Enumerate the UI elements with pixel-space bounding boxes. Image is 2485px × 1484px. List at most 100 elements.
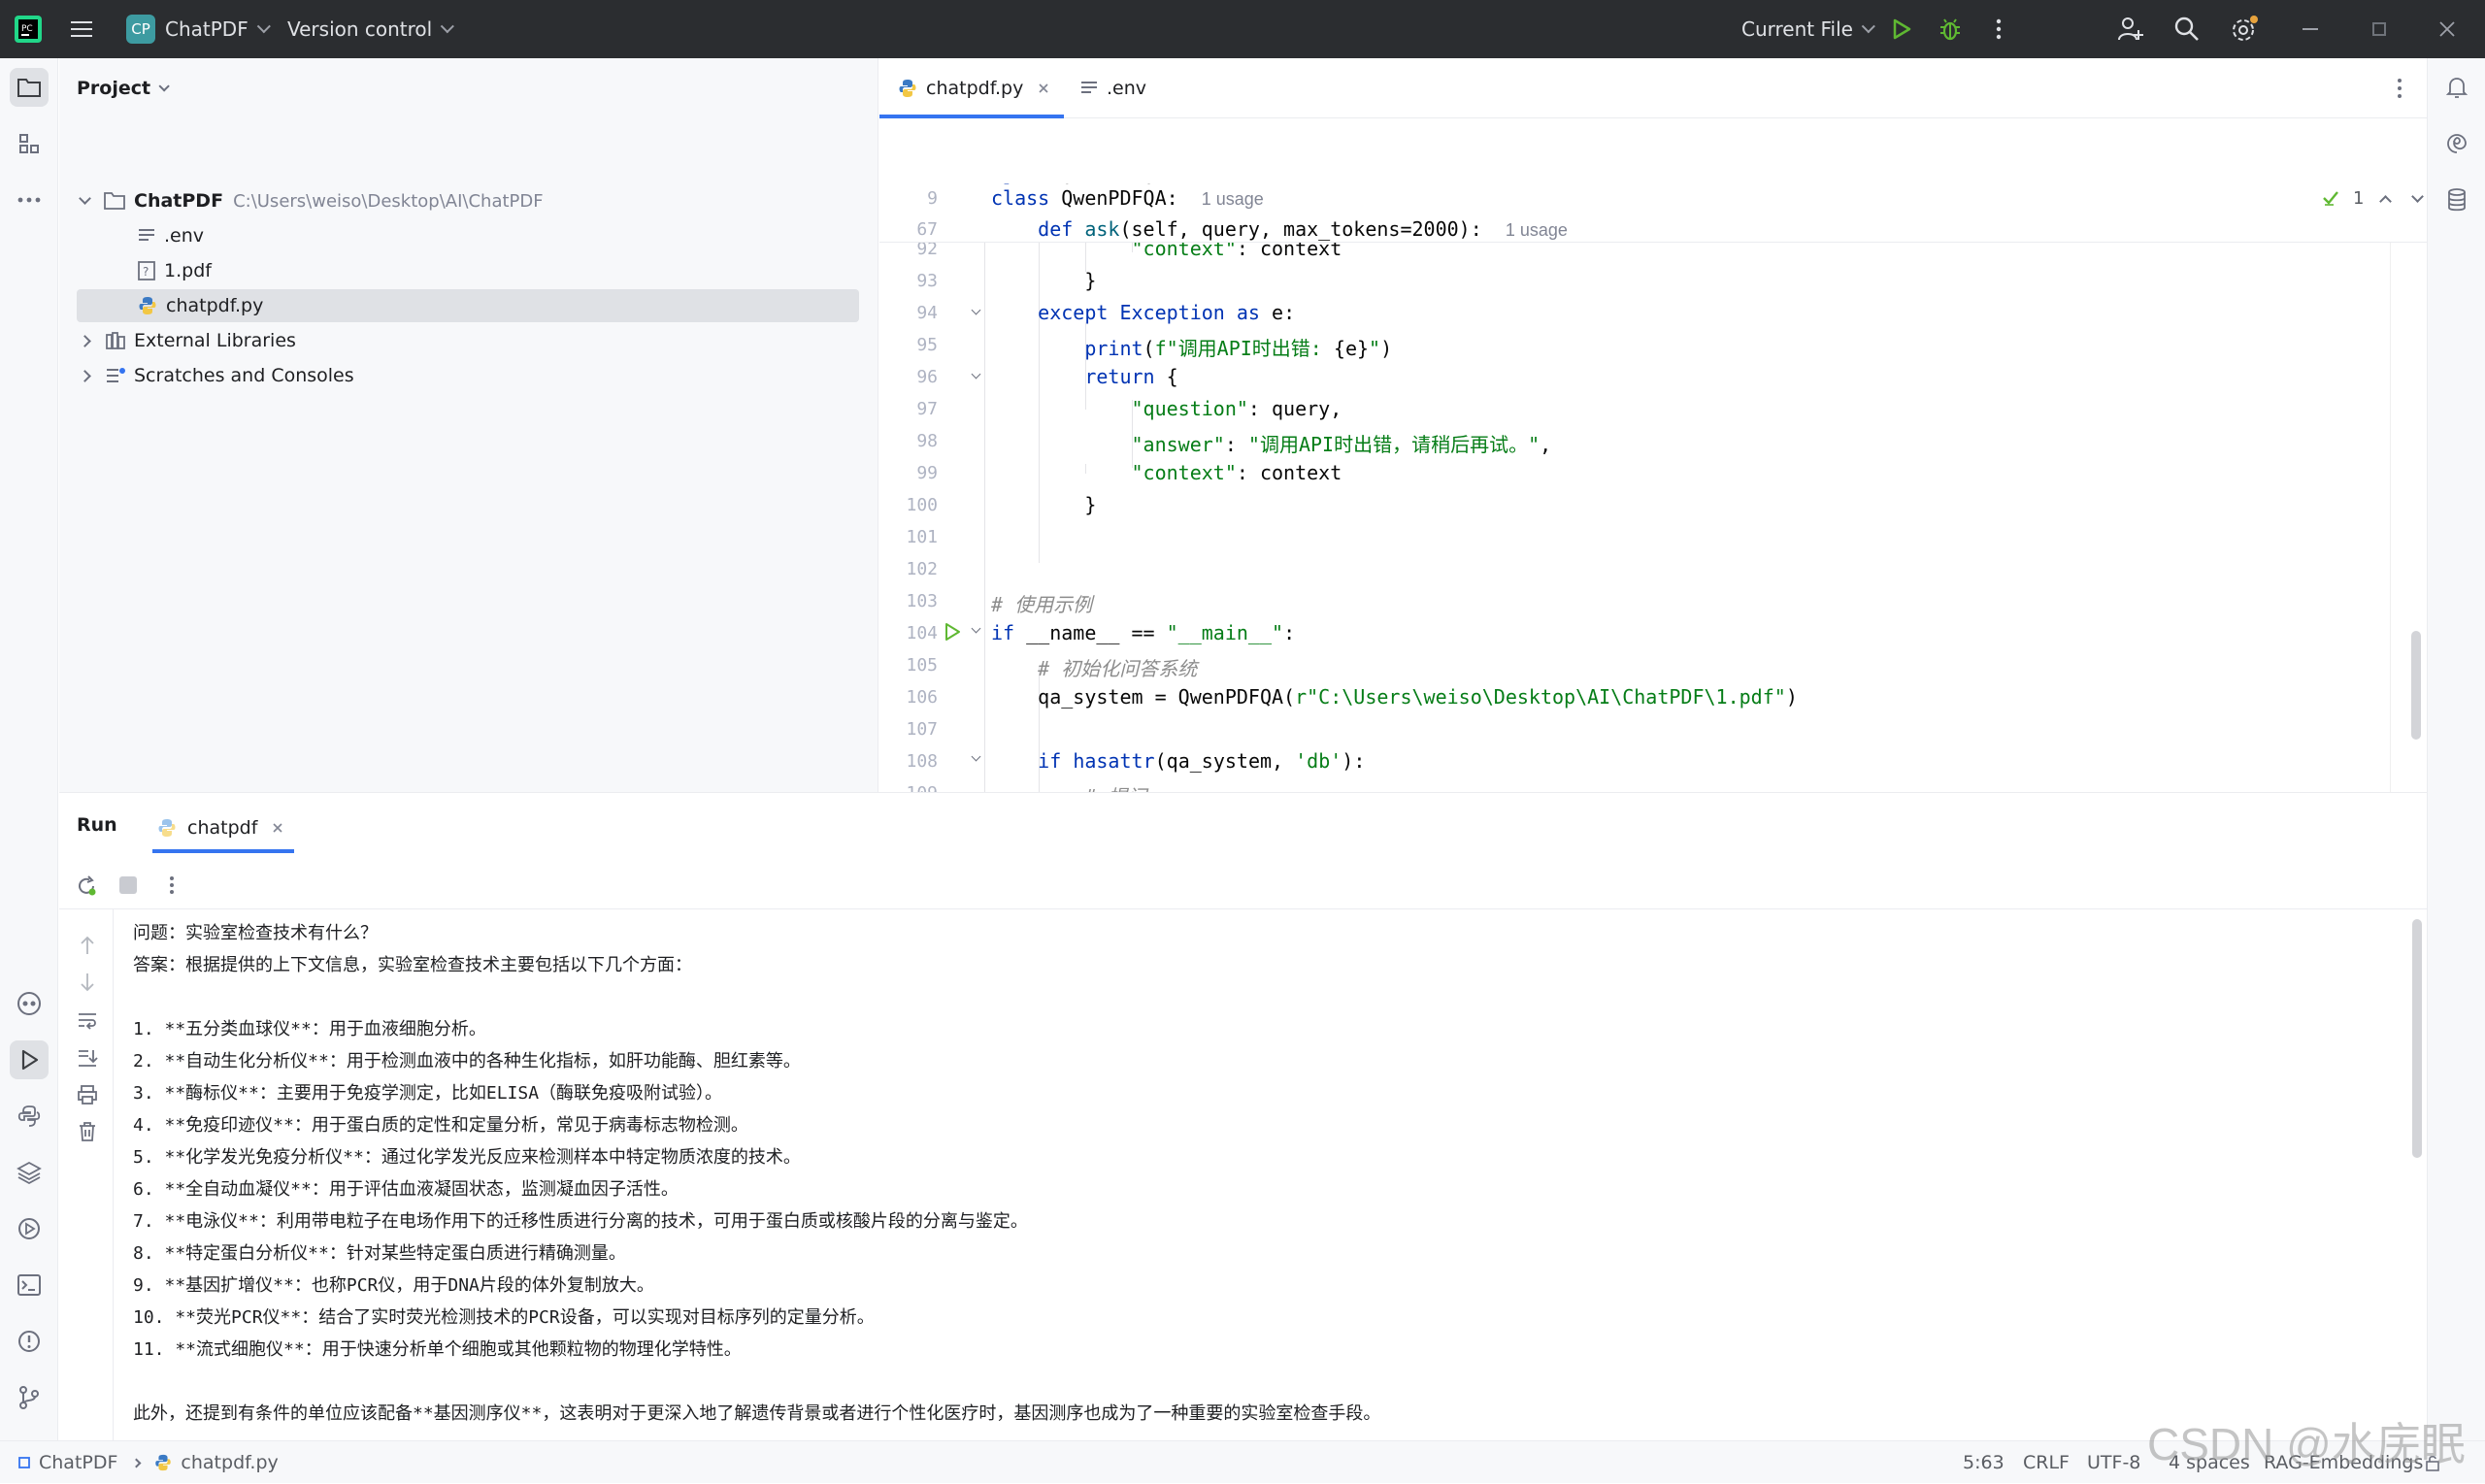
breadcrumb-project[interactable]: ChatPDF: [39, 1452, 117, 1473]
search-icon[interactable]: [2172, 0, 2202, 58]
editor-tab-bar: chatpdf.py .env: [879, 58, 2427, 118]
console-side-toolbar: [59, 909, 114, 1441]
code-line[interactable]: # 提问: [991, 781, 1146, 792]
arrow-down-icon[interactable]: [79, 972, 96, 993]
code-line[interactable]: if hasattr(qa_system, 'db'):: [991, 749, 1365, 773]
sticky-def-line[interactable]: def ask(self, query, max_tokens=2000): 1…: [991, 217, 1568, 241]
caret-position[interactable]: 5:63: [1963, 1441, 2005, 1484]
breadcrumb-file[interactable]: chatpdf.py: [181, 1452, 278, 1473]
vcs-menu[interactable]: Version control: [287, 0, 455, 58]
trash-icon[interactable]: [77, 1121, 98, 1142]
run-gutter-icon[interactable]: [942, 621, 963, 643]
code-line[interactable]: "context": context: [991, 243, 1342, 260]
scroll-to-end-icon[interactable]: [77, 1047, 98, 1069]
line-number: 96: [916, 367, 938, 387]
code-line[interactable]: # 使用示例: [991, 589, 1092, 617]
code-line[interactable]: print(f"调用API时出错: {e}"): [991, 333, 1392, 361]
run-icon[interactable]: [1889, 0, 1914, 58]
stop-icon[interactable]: [119, 876, 137, 894]
git-branch-icon[interactable]: [10, 1378, 49, 1417]
project-tool-folder-icon[interactable]: [10, 68, 49, 107]
code-line[interactable]: return {: [991, 365, 1177, 388]
ai-spiral-icon[interactable]: [2437, 124, 2476, 163]
fold-icon[interactable]: [971, 305, 981, 315]
console-line: 6. **全自动血凝仪**：用于评估血液凝固状态，监测凝血因子活性。: [133, 1179, 679, 1200]
code-line[interactable]: # 初始化问答系统: [991, 653, 1197, 681]
tab-chatpdf-py[interactable]: chatpdf.py: [897, 58, 1050, 118]
close-tab-icon[interactable]: [271, 821, 284, 835]
fold-icon[interactable]: [971, 369, 981, 379]
restore-button[interactable]: [2372, 0, 2386, 58]
layers-icon[interactable]: [10, 1153, 49, 1192]
project-switcher[interactable]: CP ChatPDF: [126, 0, 271, 58]
tab-env[interactable]: .env: [1079, 58, 1146, 118]
database-icon[interactable]: [2437, 181, 2476, 219]
main-menu-icon[interactable]: [68, 0, 95, 58]
soft-wrap-icon[interactable]: [77, 1010, 98, 1030]
python-packages-icon[interactable]: [10, 1097, 49, 1136]
code-with-me-icon[interactable]: [2116, 0, 2145, 58]
fold-icon[interactable]: [971, 751, 981, 762]
console-line: 此外，还提到有条件的单位应该配备**基因测序仪**，这表明对于更深入地了解遗传背…: [133, 1403, 1381, 1424]
tree-node-pdf[interactable]: ? 1.pdf: [137, 254, 212, 287]
code-line[interactable]: "context": context: [991, 461, 1342, 484]
structure-tool-icon[interactable]: [10, 124, 49, 163]
minimize-button[interactable]: [2303, 0, 2318, 58]
debug-icon[interactable]: [1938, 0, 1963, 58]
tab-label: .env: [1107, 78, 1147, 99]
notifications-bell-icon[interactable]: [2437, 68, 2476, 107]
sticky-class-line[interactable]: class QwenPDFQA: 1 usage: [991, 186, 1264, 210]
close-window-button[interactable]: [2438, 0, 2456, 58]
code-line[interactable]: "answer": "调用API时出错，请稍后再试。",: [991, 429, 1552, 457]
tree-node-root[interactable]: ChatPDF C:\Users\weiso\Desktop\AI\ChatPD…: [79, 184, 544, 217]
arrow-up-icon[interactable]: [79, 935, 96, 956]
line-separator[interactable]: CRLF: [2023, 1441, 2070, 1484]
project-panel-title: Project: [77, 78, 151, 99]
close-tab-icon[interactable]: [1037, 82, 1050, 95]
rerun-icon[interactable]: [75, 874, 98, 898]
services-icon[interactable]: [10, 1209, 49, 1248]
watermark: CSDN @水庑眠: [2147, 1419, 2466, 1469]
code-line[interactable]: if __name__ == "__main__":: [991, 621, 1295, 644]
console-line: 11. **流式细胞仪**：用于快速分析单个细胞或其他颗粒物的物理化学特性。: [133, 1339, 742, 1360]
chevron-down-icon[interactable]: [2411, 189, 2425, 203]
tree-node-external-libraries[interactable]: External Libraries: [79, 324, 296, 357]
chevron-up-icon[interactable]: [2379, 194, 2393, 208]
project-panel-header[interactable]: Project: [77, 72, 170, 105]
run-tool-icon[interactable]: [10, 1040, 49, 1079]
code-line[interactable]: except Exception as e:: [991, 301, 1295, 324]
more-tools-icon[interactable]: [10, 181, 49, 219]
more-actions-icon[interactable]: [1994, 0, 2004, 58]
console-line: 1. **五分类血球仪**：用于血液细胞分析。: [133, 1019, 486, 1039]
code-line[interactable]: qa_system = QwenPDFQA(r"C:\Users\weiso\D…: [991, 685, 1798, 709]
breadcrumb: ChatPDF chatpdf.py: [17, 1441, 279, 1484]
file-encoding[interactable]: UTF-8: [2087, 1441, 2140, 1484]
console-scrollbar[interactable]: [2412, 919, 2422, 1158]
tree-node-chatpdf-py[interactable]: chatpdf.py: [137, 289, 263, 322]
line-number: 101: [906, 527, 938, 547]
inspection-widget[interactable]: 1: [2322, 184, 2425, 212]
code-line[interactable]: }: [991, 269, 1096, 292]
fold-icon[interactable]: [971, 623, 981, 634]
ai-assistant-icon[interactable]: [10, 984, 49, 1023]
chevron-down-icon: [158, 81, 170, 92]
console-output[interactable]: 问题：实验室检查技术有什么？ 答案：根据提供的上下文信息，实验室检查技术主要包括以…: [114, 909, 2427, 1441]
editor-options-icon[interactable]: [2396, 58, 2403, 118]
settings-gear-icon[interactable]: [2229, 0, 2260, 58]
tree-node-env[interactable]: .env: [137, 219, 204, 252]
terminal-icon[interactable]: [10, 1266, 49, 1304]
problems-icon[interactable]: [10, 1322, 49, 1361]
more-actions-icon[interactable]: [168, 874, 176, 896]
code-view[interactable]: 92 "context": context 93 } 94 except Excep…: [879, 243, 2427, 792]
line-number: 109: [879, 783, 938, 792]
print-icon[interactable]: [77, 1084, 98, 1105]
app-logo-icon[interactable]: PC: [14, 0, 43, 58]
code-line[interactable]: }: [991, 493, 1096, 516]
code-function-name: ask: [1084, 217, 1120, 241]
vcs-label: Version control: [287, 17, 433, 41]
tree-node-scratches[interactable]: Scratches and Consoles: [79, 359, 354, 392]
code-line[interactable]: "question": query,: [991, 397, 1342, 420]
editor-scrollbar[interactable]: [2411, 631, 2421, 740]
run-config-selector[interactable]: Current File: [1741, 0, 1875, 58]
run-tab-chatpdf[interactable]: chatpdf: [156, 805, 284, 851]
